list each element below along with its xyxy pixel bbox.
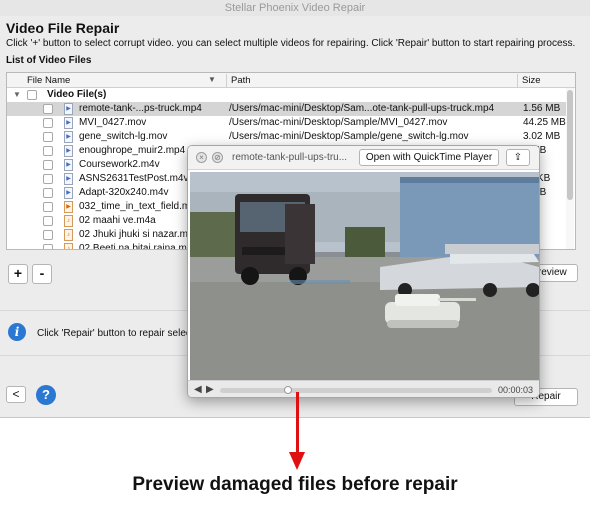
row-checkbox[interactable] xyxy=(43,230,53,240)
video-file-icon: ▶ xyxy=(64,103,73,115)
preview-window[interactable]: × ⊘ remote-tank-pull-ups-tru... Open wit… xyxy=(187,145,540,398)
table-row[interactable]: ▶ MVI_0427.mov /Users/mac-mini/Desktop/S… xyxy=(7,116,568,130)
disclosure-triangle-icon[interactable]: ▼ xyxy=(13,88,21,102)
sort-arrow-icon[interactable]: ▼ xyxy=(208,75,216,84)
group-checkbox[interactable] xyxy=(27,90,37,100)
volume-icon[interactable]: ◀ xyxy=(194,384,202,395)
audio-file-icon: ♪ xyxy=(64,229,73,241)
video-file-icon: ▶ xyxy=(64,145,73,157)
table-row[interactable]: ▶ remote-tank-...ps-truck.mp4 /Users/mac… xyxy=(7,102,568,116)
video-file-icon: ▶ xyxy=(64,117,73,129)
audio-file-icon: ♪ xyxy=(64,215,73,227)
callout-arrow-head xyxy=(289,452,305,470)
video-file-icon: ▶ xyxy=(64,159,73,171)
preview-title: remote-tank-pull-ups-tru... xyxy=(232,152,348,163)
play-icon[interactable]: ▶ xyxy=(206,384,214,395)
group-row[interactable]: ▼ Video File(s) xyxy=(7,88,568,102)
callout-arrow-line xyxy=(296,392,299,454)
open-quicktime-button[interactable]: Open with QuickTime Player xyxy=(359,149,499,166)
add-file-button[interactable]: + xyxy=(8,264,28,284)
video-file-icon: ▶ xyxy=(64,131,73,143)
playback-controls: ◀ ▶ 00:00:03 xyxy=(188,380,539,397)
close-icon[interactable]: × xyxy=(196,152,207,163)
window-title: Stellar Phoenix Video Repair xyxy=(0,0,590,16)
group-label: Video File(s) xyxy=(47,89,107,100)
minimize-icon[interactable]: ⊘ xyxy=(212,152,223,163)
row-checkbox[interactable] xyxy=(43,188,53,198)
row-size: 44.25 MB xyxy=(523,117,566,128)
row-filename: MVI_0427.mov xyxy=(79,117,147,128)
row-size: 1.56 MB xyxy=(523,103,561,114)
row-filename: gene_switch-lg.mov xyxy=(79,131,168,142)
video-file-icon: ▶ xyxy=(64,173,73,185)
row-checkbox[interactable] xyxy=(43,202,53,212)
time-display: 00:00:03 xyxy=(498,385,534,395)
video-file-icon: ▶ xyxy=(64,201,73,213)
row-filename: Coursework2.m4v xyxy=(79,159,160,170)
row-checkbox[interactable] xyxy=(43,174,53,184)
row-path: /Users/mac-mini/Desktop/Sam...ote-tank-p… xyxy=(229,103,495,114)
row-path: /Users/mac-mini/Desktop/Sample/MVI_0427.… xyxy=(229,117,448,128)
row-path: /Users/mac-mini/Desktop/Sample/gene_swit… xyxy=(229,131,469,142)
row-checkbox[interactable] xyxy=(43,146,53,156)
row-size: 3.02 MB xyxy=(523,131,561,142)
column-separator xyxy=(517,74,518,87)
back-button[interactable]: < xyxy=(6,386,26,403)
row-filename: 032_time_in_text_field.m xyxy=(79,201,191,212)
list-header: File Name ▼ Path Size xyxy=(7,73,575,88)
page-title: Video File Repair xyxy=(6,20,120,36)
row-filename: enoughrope_muir2.mp4 xyxy=(79,145,186,156)
list-label: List of Video Files xyxy=(6,55,92,66)
video-file-icon: ▶ xyxy=(64,187,73,199)
row-checkbox[interactable] xyxy=(43,118,53,128)
column-header-filename[interactable]: File Name xyxy=(27,75,70,86)
table-row[interactable]: ▶ gene_switch-lg.mov /Users/mac-mini/Des… xyxy=(7,130,568,144)
audio-file-icon: ♪ xyxy=(64,243,73,249)
list-scrollbar[interactable] xyxy=(566,88,574,249)
help-button[interactable]: ? xyxy=(36,385,56,405)
column-header-size[interactable]: Size xyxy=(522,75,540,86)
row-filename: ASNS2631TestPost.m4v xyxy=(79,173,189,184)
share-icon[interactable]: ⇪ xyxy=(506,149,530,166)
row-checkbox[interactable] xyxy=(43,244,53,249)
video-frame[interactable] xyxy=(190,172,539,380)
column-separator xyxy=(226,74,227,87)
row-filename: Adapt-320x240.m4v xyxy=(79,187,169,198)
scroll-thumb[interactable] xyxy=(567,90,573,200)
remove-file-button[interactable]: - xyxy=(32,264,52,284)
seek-knob[interactable] xyxy=(284,386,292,394)
row-filename: 02 Beeti na bitai raina.m xyxy=(79,243,187,250)
row-filename: 02 maahi ve.m4a xyxy=(79,215,156,226)
caption-text: Preview damaged files before repair xyxy=(132,474,458,495)
row-filename: remote-tank-...ps-truck.mp4 xyxy=(79,103,202,114)
row-checkbox[interactable] xyxy=(43,104,53,114)
instructions-text: Click '+' button to select corrupt video… xyxy=(6,38,576,49)
seek-bar[interactable] xyxy=(220,388,492,393)
column-header-path[interactable]: Path xyxy=(231,75,251,86)
row-checkbox[interactable] xyxy=(43,216,53,226)
preview-titlebar[interactable]: × ⊘ remote-tank-pull-ups-tru... Open wit… xyxy=(188,146,539,170)
video-scene xyxy=(190,172,539,380)
row-checkbox[interactable] xyxy=(43,160,53,170)
row-checkbox[interactable] xyxy=(43,132,53,142)
row-filename: 02 Jhuki jhuki si nazar.m xyxy=(79,229,188,240)
info-icon: i xyxy=(8,323,26,341)
